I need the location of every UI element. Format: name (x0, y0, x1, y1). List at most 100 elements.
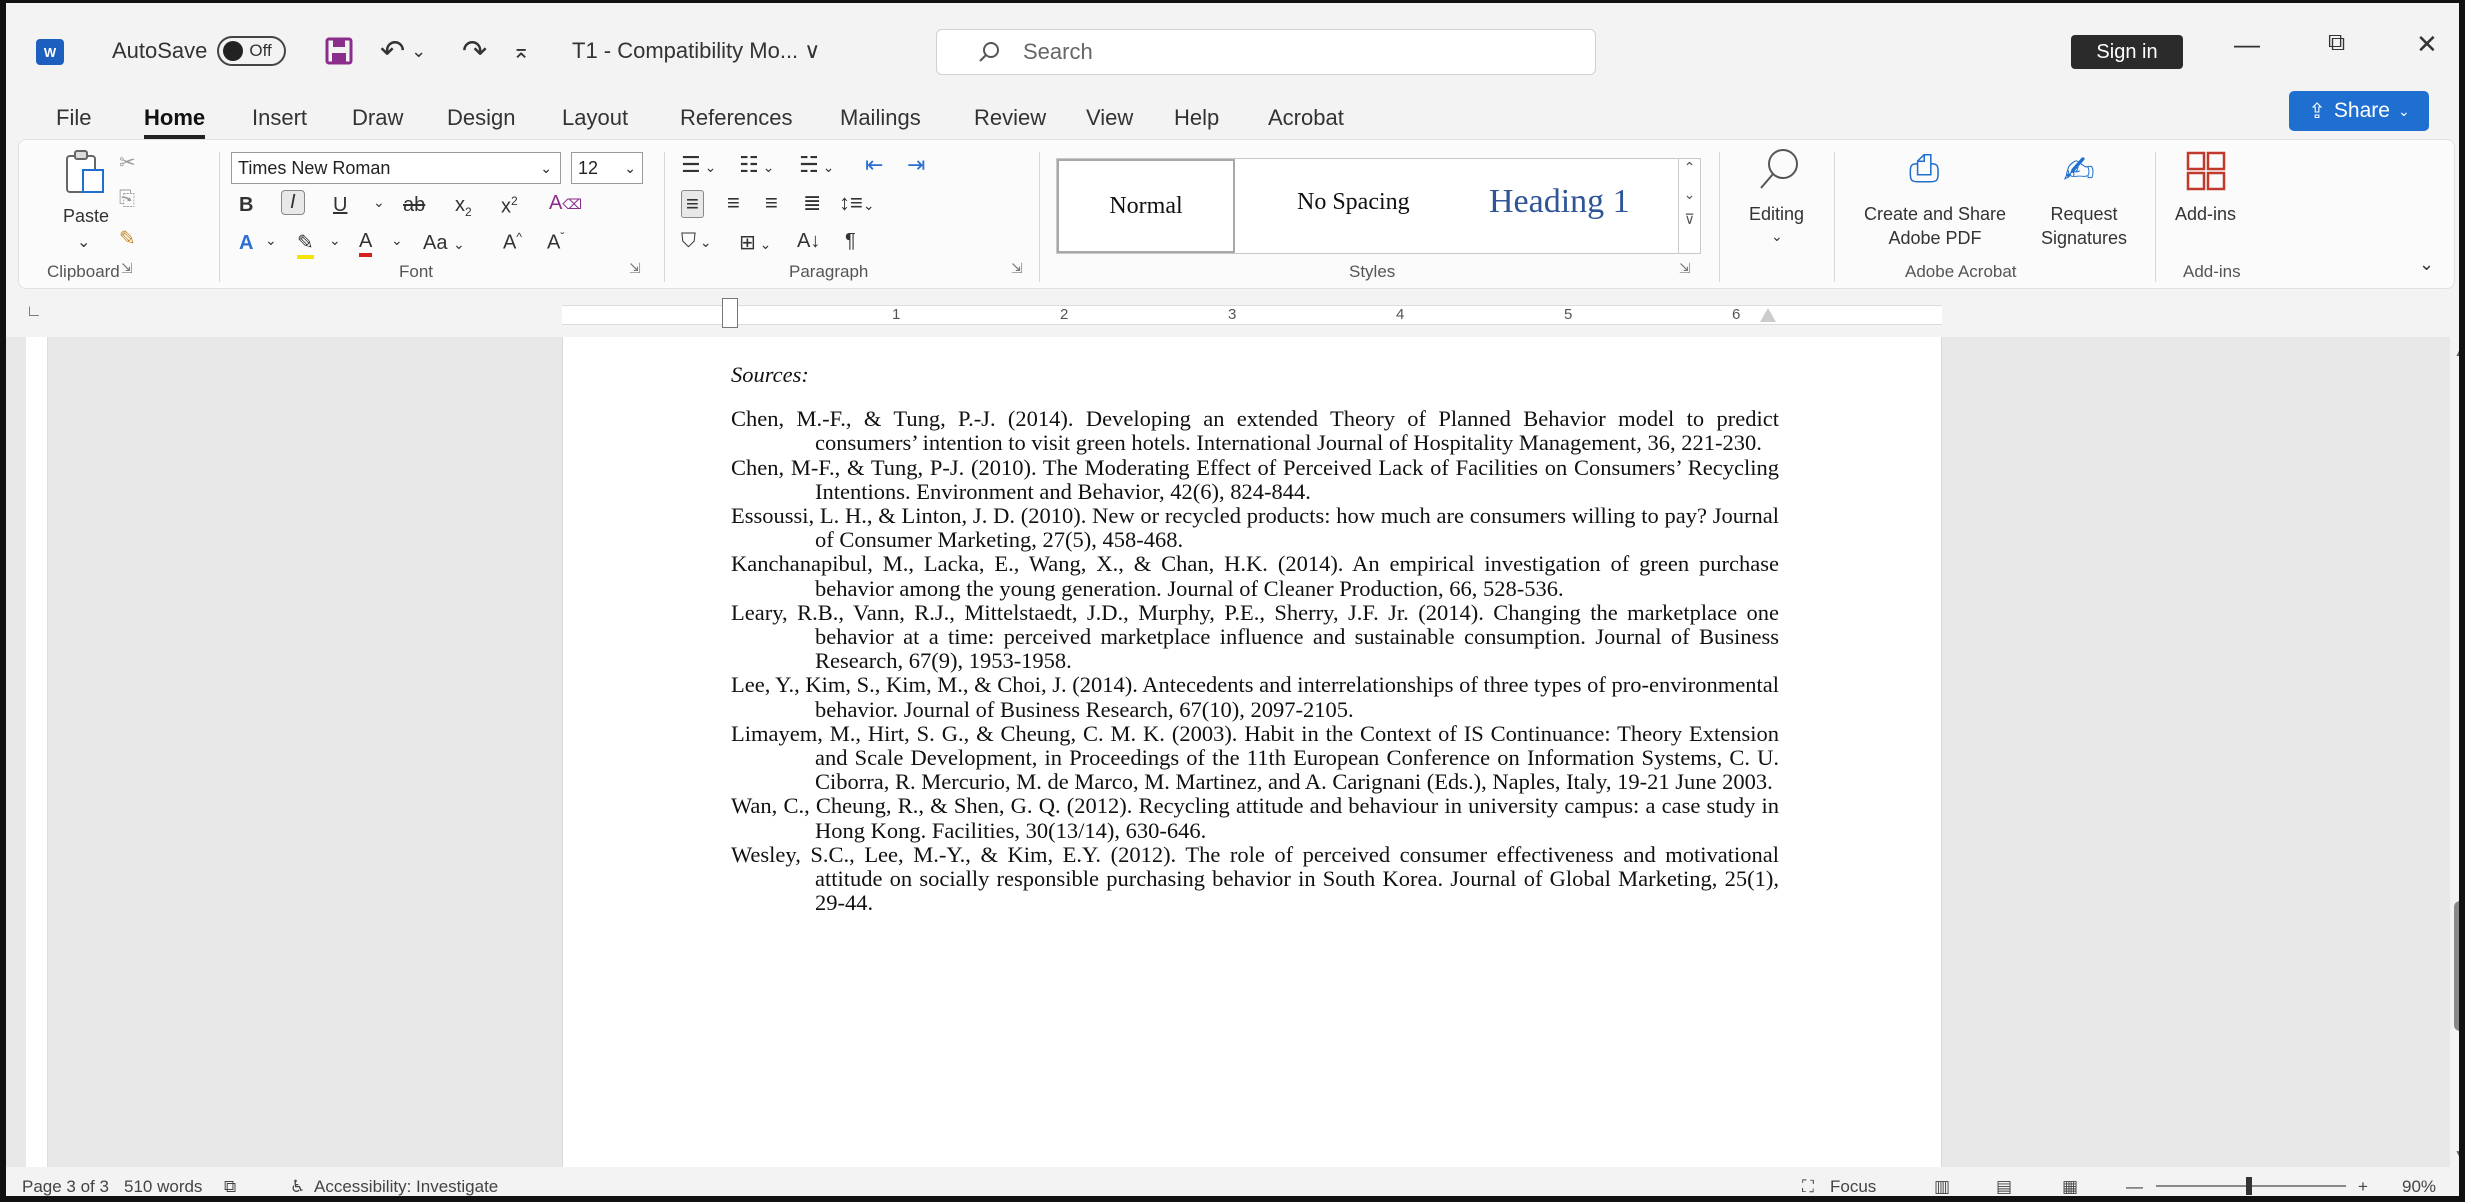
style-heading-1[interactable]: Heading 1 (1489, 183, 1630, 221)
line-spacing-icon[interactable]: ↕≡⌄ (839, 190, 875, 216)
chevron-up-icon[interactable]: ⌃ (1679, 159, 1700, 176)
right-indent-marker-icon[interactable] (1760, 308, 1776, 322)
copy-icon[interactable]: ⎘ (119, 188, 135, 211)
minimize-icon[interactable]: — (2234, 29, 2260, 60)
proofing-icon[interactable]: ⧉ (224, 1177, 236, 1196)
justify-icon[interactable]: ≣ (803, 190, 821, 216)
tab-draw[interactable]: Draw (352, 105, 403, 131)
text-effects-icon[interactable]: A (239, 232, 253, 255)
tab-acrobat[interactable]: Acrobat (1268, 105, 1344, 131)
vertical-scrollbar[interactable]: ▲ ▼ (2450, 337, 2459, 1167)
styles-scroll[interactable]: ⌃ ⌄ ⊽ (1678, 159, 1700, 253)
font-name-input[interactable]: Times New Roman ⌄ (231, 152, 561, 184)
horizontal-ruler[interactable]: ∟ 1 2 3 4 5 6 (6, 295, 2459, 337)
editing-button[interactable] (1755, 146, 1803, 200)
tab-review[interactable]: Review (974, 105, 1046, 131)
zoom-out-icon[interactable]: — (2126, 1177, 2143, 1196)
paste-button[interactable] (63, 148, 107, 202)
zoom-level[interactable]: 90% (2402, 1177, 2436, 1196)
share-button[interactable]: ⇪ Share ⌄ (2289, 91, 2429, 131)
tab-mailings[interactable]: Mailings (840, 105, 921, 131)
decrease-indent-icon[interactable]: ⇤ (865, 152, 883, 178)
bold-icon[interactable]: B (239, 194, 253, 217)
add-ins-icon[interactable] (2185, 150, 2227, 198)
highlight-icon[interactable]: ✎ (297, 230, 314, 259)
document-title[interactable]: T1 - Compatibility Mo... ∨ (572, 29, 820, 73)
add-ins-button[interactable]: Add-ins (2175, 204, 2236, 225)
zoom-slider[interactable] (2156, 1177, 2346, 1195)
read-mode-icon[interactable]: ▥ (1934, 1177, 1950, 1196)
change-case-icon[interactable]: Aa ⌄ (423, 232, 465, 255)
align-right-icon[interactable]: ≡ (765, 190, 778, 216)
tab-home[interactable]: Home (144, 105, 206, 139)
chevron-down-icon[interactable]: ⌄ (1771, 228, 1783, 245)
autosave[interactable]: AutoSave Off (112, 29, 286, 73)
tab-help[interactable]: Help (1174, 105, 1219, 131)
styles-launcher-icon[interactable]: ⇲ (1679, 260, 1691, 277)
vertical-ruler[interactable] (26, 337, 48, 1167)
customize-toolbar-icon[interactable]: ⌅ (512, 29, 530, 73)
document-body[interactable]: Sources: Chen, M.-F., & Tung, P.-J. (201… (731, 362, 1779, 915)
tab-references[interactable]: References (680, 105, 793, 131)
restore-icon[interactable]: ⧉ (2328, 29, 2345, 57)
close-icon[interactable]: ✕ (2416, 29, 2438, 60)
collapse-ribbon-icon[interactable]: ⌄ (2419, 254, 2434, 275)
borders-icon[interactable]: ⊞ ⌄ (739, 230, 771, 255)
scroll-down-icon[interactable]: ▼ (2454, 1147, 2459, 1161)
align-center-icon[interactable]: ≡ (727, 190, 740, 216)
show-formatting-icon[interactable]: ¶ (845, 230, 856, 253)
document-page[interactable]: Sources: Chen, M.-F., & Tung, P.-J. (201… (562, 337, 1942, 1167)
chevron-down-icon[interactable]: ⌄ (329, 232, 341, 249)
focus-button[interactable]: Focus (1830, 1177, 1876, 1196)
tab-layout[interactable]: Layout (562, 105, 628, 131)
clipboard-launcher-icon[interactable]: ⇲ (121, 260, 133, 277)
tab-selector-icon[interactable]: ∟ (26, 303, 42, 321)
chevron-down-icon[interactable]: ⌄ (265, 232, 277, 249)
underline-icon[interactable]: U (333, 194, 347, 217)
create-share-pdf-button[interactable]: Create and Share Adobe PDF (1845, 202, 2025, 250)
italic-icon[interactable]: I (281, 190, 305, 215)
tab-file[interactable]: File (56, 105, 91, 131)
subscript-icon[interactable]: x2 (455, 194, 472, 219)
more-icon[interactable]: ⊽ (1679, 211, 1700, 228)
font-color-icon[interactable]: A (359, 230, 373, 257)
shrink-font-icon[interactable]: Aˇ (547, 230, 564, 255)
request-signatures-button[interactable]: Request Signatures (2029, 202, 2139, 250)
tab-view[interactable]: View (1086, 105, 1133, 131)
autosave-toggle[interactable]: Off (217, 36, 286, 66)
zoom-in-icon[interactable]: + (2358, 1177, 2368, 1196)
tab-design[interactable]: Design (447, 105, 515, 131)
page-count[interactable]: Page 3 of 3 (22, 1177, 109, 1196)
scroll-up-icon[interactable]: ▲ (2454, 345, 2459, 359)
indent-marker-icon[interactable] (722, 298, 738, 328)
cut-icon[interactable]: ✂ (119, 150, 136, 175)
create-pdf-icon[interactable]: ⎙ (1909, 148, 1939, 191)
print-layout-icon[interactable]: ▤ (1996, 1177, 2012, 1196)
word-count[interactable]: 510 words (124, 1177, 202, 1196)
zoom-slider-thumb[interactable] (2246, 1177, 2252, 1195)
multilevel-list-icon[interactable]: ☵ ⌄ (799, 152, 834, 178)
increase-indent-icon[interactable]: ⇥ (907, 152, 925, 178)
font-size-input[interactable]: 12 ⌄ (571, 152, 643, 184)
sign-in-button[interactable]: Sign in (2071, 35, 2183, 69)
accessibility-status[interactable]: Accessibility: Investigate (314, 1177, 498, 1196)
font-launcher-icon[interactable]: ⇲ (629, 260, 641, 277)
style-normal[interactable]: Normal (1057, 159, 1235, 253)
bullets-icon[interactable]: ☰ ⌄ (681, 152, 716, 178)
format-painter-icon[interactable]: ✎ (119, 226, 136, 251)
numbering-icon[interactable]: ☷ ⌄ (739, 152, 774, 178)
chevron-down-icon[interactable]: ⌄ (1679, 186, 1700, 203)
search-box[interactable]: Search (936, 29, 1596, 75)
chevron-down-icon[interactable]: ⌄ (373, 194, 385, 211)
superscript-icon[interactable]: x2 (501, 194, 518, 219)
save-icon[interactable] (324, 29, 354, 73)
scrollbar-thumb[interactable] (2454, 901, 2459, 1031)
clear-formatting-icon[interactable]: A⌫ (549, 192, 582, 215)
paragraph-launcher-icon[interactable]: ⇲ (1011, 260, 1023, 277)
chevron-down-icon[interactable]: ⌄ (391, 232, 403, 249)
grow-font-icon[interactable]: A^ (503, 230, 522, 255)
align-left-icon[interactable]: ≡ (681, 190, 704, 218)
paste-dropdown-icon[interactable]: ⌄ (77, 232, 90, 252)
strikethrough-icon[interactable]: ab (403, 194, 425, 217)
tab-insert[interactable]: Insert (252, 105, 307, 131)
